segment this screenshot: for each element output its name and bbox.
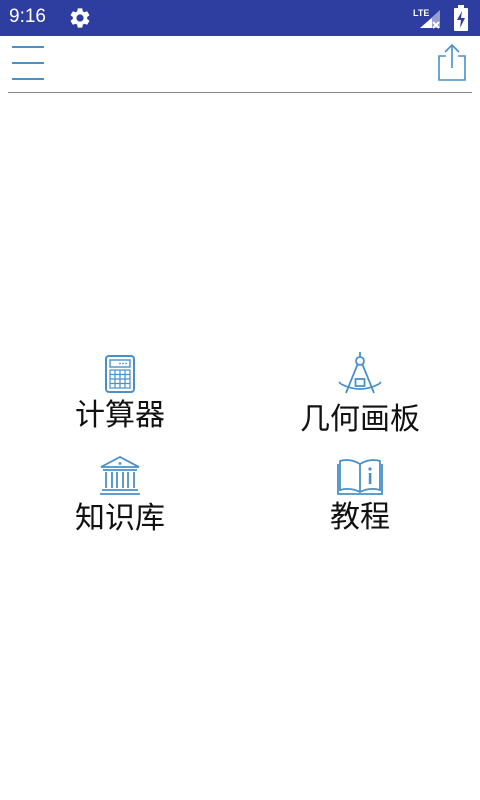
status-bar: 9:16 LTE bbox=[0, 0, 480, 36]
hamburger-menu-icon[interactable] bbox=[10, 42, 46, 80]
signal-icon bbox=[420, 10, 440, 29]
toolbar bbox=[0, 36, 480, 92]
status-time: 9:16 bbox=[9, 6, 46, 27]
tile-calculator[interactable]: 计算器 bbox=[20, 354, 220, 444]
tile-geometry[interactable]: 几何画板 bbox=[260, 350, 460, 440]
library-building-icon bbox=[100, 455, 140, 495]
tile-label: 计算器 bbox=[75, 398, 165, 433]
calculator-icon bbox=[105, 355, 135, 393]
tile-tutorial[interactable]: 教程 bbox=[260, 456, 460, 546]
share-icon[interactable] bbox=[436, 42, 468, 82]
gear-icon bbox=[70, 8, 90, 28]
tile-label: 几何画板 bbox=[300, 402, 420, 437]
info-book-icon bbox=[337, 459, 383, 495]
tile-label: 知识库 bbox=[75, 501, 165, 536]
compass-icon bbox=[338, 352, 382, 394]
toolbar-divider bbox=[8, 92, 472, 93]
tile-knowledge-base[interactable]: 知识库 bbox=[20, 455, 220, 545]
tile-label: 教程 bbox=[330, 500, 390, 535]
battery-charging-icon bbox=[454, 5, 468, 31]
